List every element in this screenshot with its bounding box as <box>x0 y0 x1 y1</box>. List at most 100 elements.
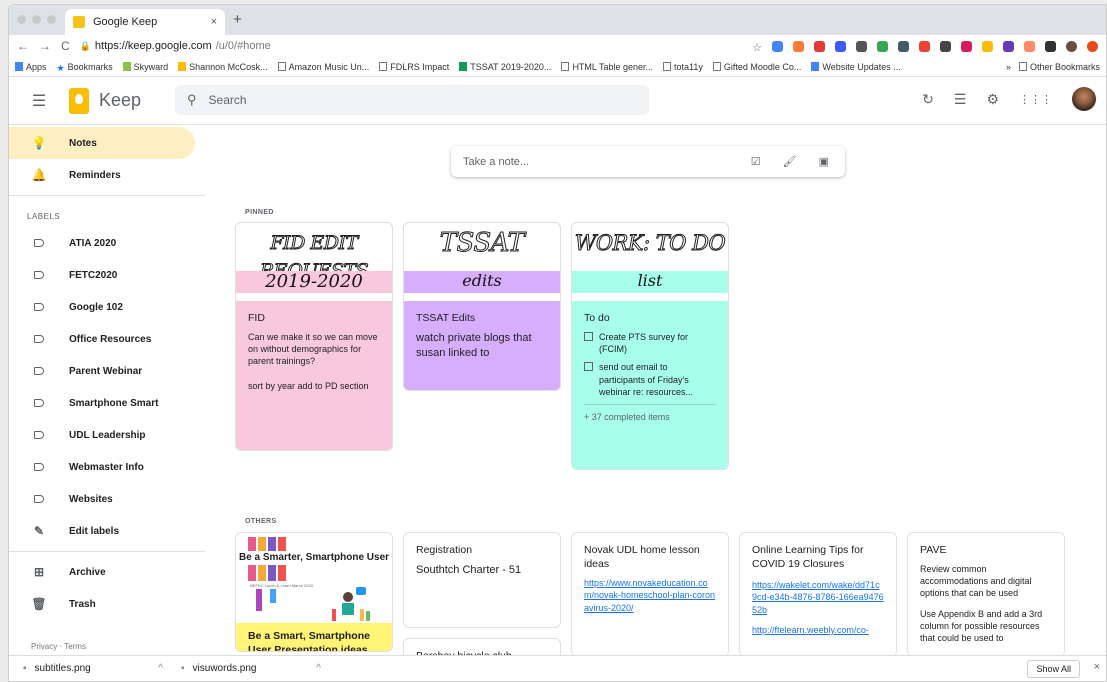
sidebar-label-item[interactable]: Smartphone Smart <box>9 387 205 419</box>
sidebar-label-item[interactable]: ATIA 2020 <box>9 227 205 259</box>
note-card[interactable]: Online Learning Tips for COVID 19 Closur… <box>739 532 897 657</box>
checklist-item[interactable]: send out email to participants of Friday… <box>584 361 716 397</box>
show-all-button[interactable]: Show All <box>1027 659 1080 678</box>
sidebar-label-item[interactable]: Webmaster Info <box>9 451 205 483</box>
bookmark-item[interactable]: Website Updates ... <box>811 61 901 72</box>
take-note-input[interactable]: Take a note... ☑ 🖌 ▣ <box>451 146 845 177</box>
image-icon[interactable]: ▣ <box>819 155 829 168</box>
page-icon <box>712 61 721 71</box>
sidebar-edit-labels[interactable]: ✎ Edit labels <box>9 515 205 547</box>
star-icon[interactable]: ☆ <box>752 41 762 54</box>
extension-icon[interactable] <box>961 40 972 52</box>
checklist-item[interactable]: Create PTS survey for (FCIM) <box>584 331 716 355</box>
bookmark-item[interactable]: tota11y <box>662 61 703 72</box>
note-card[interactable]: Registration Southtch Charter - 51 <box>403 532 561 628</box>
divider <box>9 195 205 196</box>
note-link[interactable]: https://wakelet.com/wake/dd71c9cd-e34b-4… <box>752 579 884 615</box>
tab-close-icon[interactable]: × <box>211 16 217 28</box>
url-host: https://keep.google.com <box>94 40 212 52</box>
extension-icon[interactable] <box>940 40 951 52</box>
bookmark-item[interactable]: FDLRS Impact <box>379 61 449 72</box>
star-icon: ★ <box>56 62 65 73</box>
privacy-terms-link[interactable]: Privacy · Terms <box>31 642 86 651</box>
sidebar-item-trash[interactable]: 🗑 Trash <box>9 588 205 620</box>
checkbox-icon[interactable] <box>584 332 593 342</box>
note-link[interactable]: http://ftelearn.weebly.com/co- <box>752 624 884 636</box>
label-icon <box>34 271 44 279</box>
keep-icon <box>178 61 187 71</box>
completed-items[interactable]: + 37 completed items <box>584 411 716 423</box>
docs-icon <box>811 61 820 71</box>
refresh-icon[interactable]: ↻ <box>922 91 934 108</box>
sidebar-item-reminders[interactable]: 🔔 Reminders <box>9 159 205 191</box>
extension-icon[interactable] <box>772 40 783 52</box>
menu-icon[interactable] <box>1087 40 1098 52</box>
extension-icon[interactable] <box>793 40 804 52</box>
note-text: Review common accommodations and digital… <box>920 564 1032 599</box>
extension-icon[interactable] <box>1003 40 1014 52</box>
list-view-icon[interactable]: ☰ <box>954 91 967 108</box>
note-link[interactable]: https://www.novakeducation.com/novak-hom… <box>584 577 716 613</box>
extension-icon[interactable] <box>1024 40 1035 52</box>
extension-icon[interactable] <box>856 40 867 52</box>
note-card[interactable]: WORK: TO DO list To do Create PTS survey… <box>571 222 729 470</box>
bookmark-item[interactable]: Shannon McCosk... <box>178 61 268 72</box>
note-text: Southtch Charter - 51 <box>416 564 522 577</box>
close-icon[interactable]: × <box>1094 661 1100 673</box>
profile-icon[interactable] <box>1066 40 1077 52</box>
extension-icon[interactable] <box>814 40 825 52</box>
search-icon[interactable]: ⚲ <box>187 92 197 108</box>
bookmarks-overflow-button[interactable]: » <box>1006 62 1011 72</box>
settings-gear-icon[interactable]: ⚙ <box>986 91 999 108</box>
chevron-up-icon[interactable]: ^ <box>316 663 321 674</box>
window-controls[interactable] <box>17 15 56 24</box>
bookmark-apps[interactable]: Apps <box>15 61 47 72</box>
extension-icon[interactable] <box>982 40 993 52</box>
sidebar-label-item[interactable]: Parent Webinar <box>9 355 205 387</box>
sidebar-label-item[interactable]: UDL Leadership <box>9 419 205 451</box>
apps-grid-icon[interactable]: ⋮⋮⋮ <box>1019 93 1052 106</box>
extension-icon[interactable] <box>1045 40 1056 52</box>
brush-icon[interactable]: 🖌 <box>783 155 797 168</box>
other-bookmarks[interactable]: Other Bookmarks <box>1018 61 1100 72</box>
search-input[interactable]: ⚲ Search <box>175 85 649 115</box>
download-item[interactable]: ▪ subtitles.png ^ <box>23 663 173 674</box>
avatar[interactable] <box>1072 87 1096 111</box>
header-actions: ↻ ☰ ⚙ ⋮⋮⋮ <box>922 87 1096 111</box>
reload-icon[interactable]: C <box>61 39 70 53</box>
sidebar-item-notes[interactable]: 💡 Notes <box>9 127 195 159</box>
back-icon[interactable]: ← <box>17 39 29 53</box>
note-card[interactable]: FID EDIT REQUESTS 2019-2020 FID Can we m… <box>235 222 393 451</box>
note-card[interactable]: Be a Smarter, Smartphone User NEFEC Lunc… <box>235 532 393 652</box>
browser-tab[interactable]: Google Keep × <box>65 9 225 35</box>
sidebar-item-archive[interactable]: ⊞ Archive <box>9 556 205 588</box>
forward-icon[interactable]: → <box>39 39 51 53</box>
bookmark-item[interactable]: Skyward <box>122 61 168 72</box>
url-field[interactable]: 🔒 https://keep.google.com/u/0/#home <box>80 40 271 52</box>
bookmark-item[interactable]: Gifted Moodle Co... <box>712 61 801 72</box>
checkbox-icon[interactable]: ☑ <box>751 155 761 168</box>
sidebar-label-item[interactable]: Office Resources <box>9 323 205 355</box>
extension-icon[interactable] <box>898 40 909 52</box>
note-image: Be a Smarter, Smartphone User NEFEC Lunc… <box>236 533 392 623</box>
download-item[interactable]: ▪ visuwords.png ^ <box>181 663 331 674</box>
bookmark-item[interactable]: Amazon Music Un... <box>277 61 369 72</box>
note-text: Can we make it so we can move on without… <box>248 332 378 367</box>
extension-icon[interactable] <box>919 40 930 52</box>
extension-icon[interactable] <box>877 40 888 52</box>
bookmark-item[interactable]: TSSAT 2019-2020... <box>459 61 551 72</box>
bookmark-item[interactable]: ★ Bookmarks <box>56 62 113 73</box>
bookmark-item[interactable]: HTML Table gener... <box>561 61 653 72</box>
note-card[interactable]: PAVE Review common accommodations and di… <box>907 532 1065 657</box>
sidebar-label-item[interactable]: Google 102 <box>9 291 205 323</box>
main-menu-icon[interactable]: ☰ <box>9 91 69 111</box>
new-tab-button[interactable]: + <box>233 11 242 28</box>
chevron-up-icon[interactable]: ^ <box>158 663 163 674</box>
checkbox-icon[interactable] <box>584 362 593 372</box>
keep-logo-icon[interactable] <box>69 87 89 114</box>
extension-icon[interactable] <box>835 40 846 52</box>
sidebar-label-item[interactable]: Websites <box>9 483 205 515</box>
note-card[interactable]: TSSAT edits TSSAT Edits watch private bl… <box>403 222 561 391</box>
note-card[interactable]: Novak UDL home lesson ideas https://www.… <box>571 532 729 657</box>
sidebar-label-item[interactable]: FETC2020 <box>9 259 205 291</box>
